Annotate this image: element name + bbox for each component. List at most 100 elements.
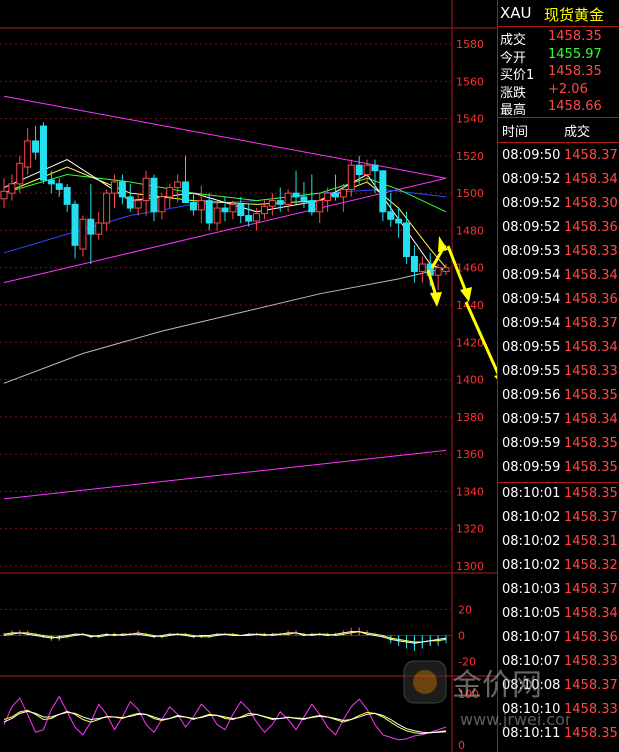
tick-price: 1458.33 xyxy=(564,654,618,669)
tick-time: 08:10:03 xyxy=(502,582,561,597)
symbol-name: 现货黄金 xyxy=(544,6,605,24)
tick-row: 08:09:54 1458.37 xyxy=(498,316,619,340)
quote-value: +2.06 xyxy=(548,81,588,97)
tick-row: 08:09:52 1458.30 xyxy=(498,196,619,220)
tick-time: 08:09:52 xyxy=(502,196,561,211)
tick-time: 08:09:52 xyxy=(502,220,561,235)
quote-row: 最高 1458.66 xyxy=(498,99,619,118)
price-tick-label: 1540 xyxy=(456,113,484,126)
candle-body xyxy=(174,181,182,189)
upper-trendline xyxy=(3,95,447,179)
price-tick-label: 1340 xyxy=(456,485,484,498)
indicator-tick-label: 0 xyxy=(458,739,465,752)
candle-body xyxy=(142,177,150,202)
tick-price: 1458.31 xyxy=(564,534,618,549)
tick-price: 1458.35 xyxy=(564,726,618,741)
quote-label: 最高 xyxy=(500,103,527,118)
tick-price: 1458.34 xyxy=(564,340,618,355)
tick-row: 08:10:03 1458.37 xyxy=(498,582,619,606)
tick-row: 08:09:52 1458.36 xyxy=(498,220,619,244)
tick-price: 1458.37 xyxy=(564,678,618,693)
quote-label: 涨跌 xyxy=(500,85,527,101)
symbol-code: XAU xyxy=(500,4,532,22)
candle-body xyxy=(403,222,411,258)
candle-body xyxy=(0,190,8,200)
candle-body xyxy=(442,267,450,272)
tick-row: 08:09:59 1458.35 xyxy=(498,436,619,460)
main-price-axis: 1580156015401520150014801460144014201400… xyxy=(456,38,484,573)
candle-body xyxy=(87,218,95,235)
tick-time: 08:09:57 xyxy=(502,412,561,427)
quote-label: 买价1 xyxy=(500,68,535,83)
tick-row: 08:09:55 1458.33 xyxy=(498,364,619,388)
candle-body xyxy=(8,183,16,194)
tick-row: 08:10:02 1458.37 xyxy=(498,510,619,534)
price-tick-label: 1380 xyxy=(456,411,484,424)
candle-body xyxy=(316,200,324,213)
candle-body xyxy=(126,196,134,209)
price-tick-label: 1360 xyxy=(456,448,484,461)
price-tick-label: 1460 xyxy=(456,262,484,275)
tick-time: 08:10:07 xyxy=(502,630,561,645)
indicator-tick-label: 0 xyxy=(458,630,465,643)
candle-body xyxy=(268,200,276,207)
tick-price: 1458.30 xyxy=(564,196,618,211)
tick-time: 08:10:01 xyxy=(502,486,561,501)
candle-body xyxy=(16,162,24,185)
candle-body xyxy=(253,213,261,222)
candle-body xyxy=(32,140,40,153)
watermark: 金价网 www.jrwei.com xyxy=(403,660,570,729)
tick-row: 08:10:05 1458.34 xyxy=(498,606,619,630)
quote-row: 买价1 1458.35 xyxy=(498,64,619,83)
candle-body xyxy=(197,200,205,211)
tick-row: 08:09:50 1458.37 xyxy=(498,148,619,172)
tick-header-price: 成交 xyxy=(564,125,591,140)
tick-price: 1458.34 xyxy=(564,606,618,621)
tick-time: 08:09:56 xyxy=(502,388,561,403)
candle-body xyxy=(395,218,403,224)
tick-row: 08:09:55 1458.34 xyxy=(498,340,619,364)
price-tick-label: 1320 xyxy=(456,523,484,536)
tick-price: 1458.34 xyxy=(564,268,618,283)
price-tick-label: 1420 xyxy=(456,336,484,349)
tick-time: 08:09:52 xyxy=(502,172,561,187)
tick-price: 1458.36 xyxy=(564,220,618,235)
candle-body xyxy=(182,181,190,203)
candle-body xyxy=(213,207,221,224)
candle-body xyxy=(158,196,166,213)
candle-body xyxy=(284,192,292,205)
quote-value: 1458.35 xyxy=(548,64,602,79)
tick-price: 1458.33 xyxy=(564,364,618,379)
tick-row: 08:09:56 1458.35 xyxy=(498,388,619,412)
candle-body xyxy=(134,200,142,209)
candle-body xyxy=(324,192,332,202)
divider xyxy=(498,26,619,27)
tick-row: 08:09:52 1458.34 xyxy=(498,172,619,196)
tick-time: 08:09:55 xyxy=(502,340,561,355)
tick-row: 08:10:02 1458.32 xyxy=(498,558,619,582)
price-tick-label: 1520 xyxy=(456,150,484,163)
candle-body xyxy=(221,207,229,213)
candle-body xyxy=(418,263,426,272)
candle-body xyxy=(118,181,126,198)
tick-time: 08:09:50 xyxy=(502,148,561,163)
candle-body xyxy=(379,170,387,213)
candle-body xyxy=(292,192,300,198)
quote-row: 今开 1455.97 xyxy=(498,47,619,66)
candle-body xyxy=(205,200,213,224)
arrow-head xyxy=(438,236,448,252)
tick-time: 08:09:59 xyxy=(502,460,561,475)
tick-price: 1458.37 xyxy=(564,510,618,525)
quote-value: 1458.66 xyxy=(548,99,602,114)
tick-row: 08:09:53 1458.33 xyxy=(498,244,619,268)
candle-body xyxy=(189,201,197,211)
divider xyxy=(498,117,619,118)
quote-row: 涨跌 +2.06 xyxy=(498,81,619,101)
quote-row: 成交 1458.35 xyxy=(498,29,619,48)
candle-body xyxy=(47,179,55,185)
tick-time: 08:09:59 xyxy=(502,436,561,451)
tick-price: 1458.32 xyxy=(564,558,618,573)
tick-row: 08:09:54 1458.36 xyxy=(498,292,619,316)
price-tick-label: 1560 xyxy=(456,75,484,88)
watermark-logo-icon xyxy=(413,670,437,694)
